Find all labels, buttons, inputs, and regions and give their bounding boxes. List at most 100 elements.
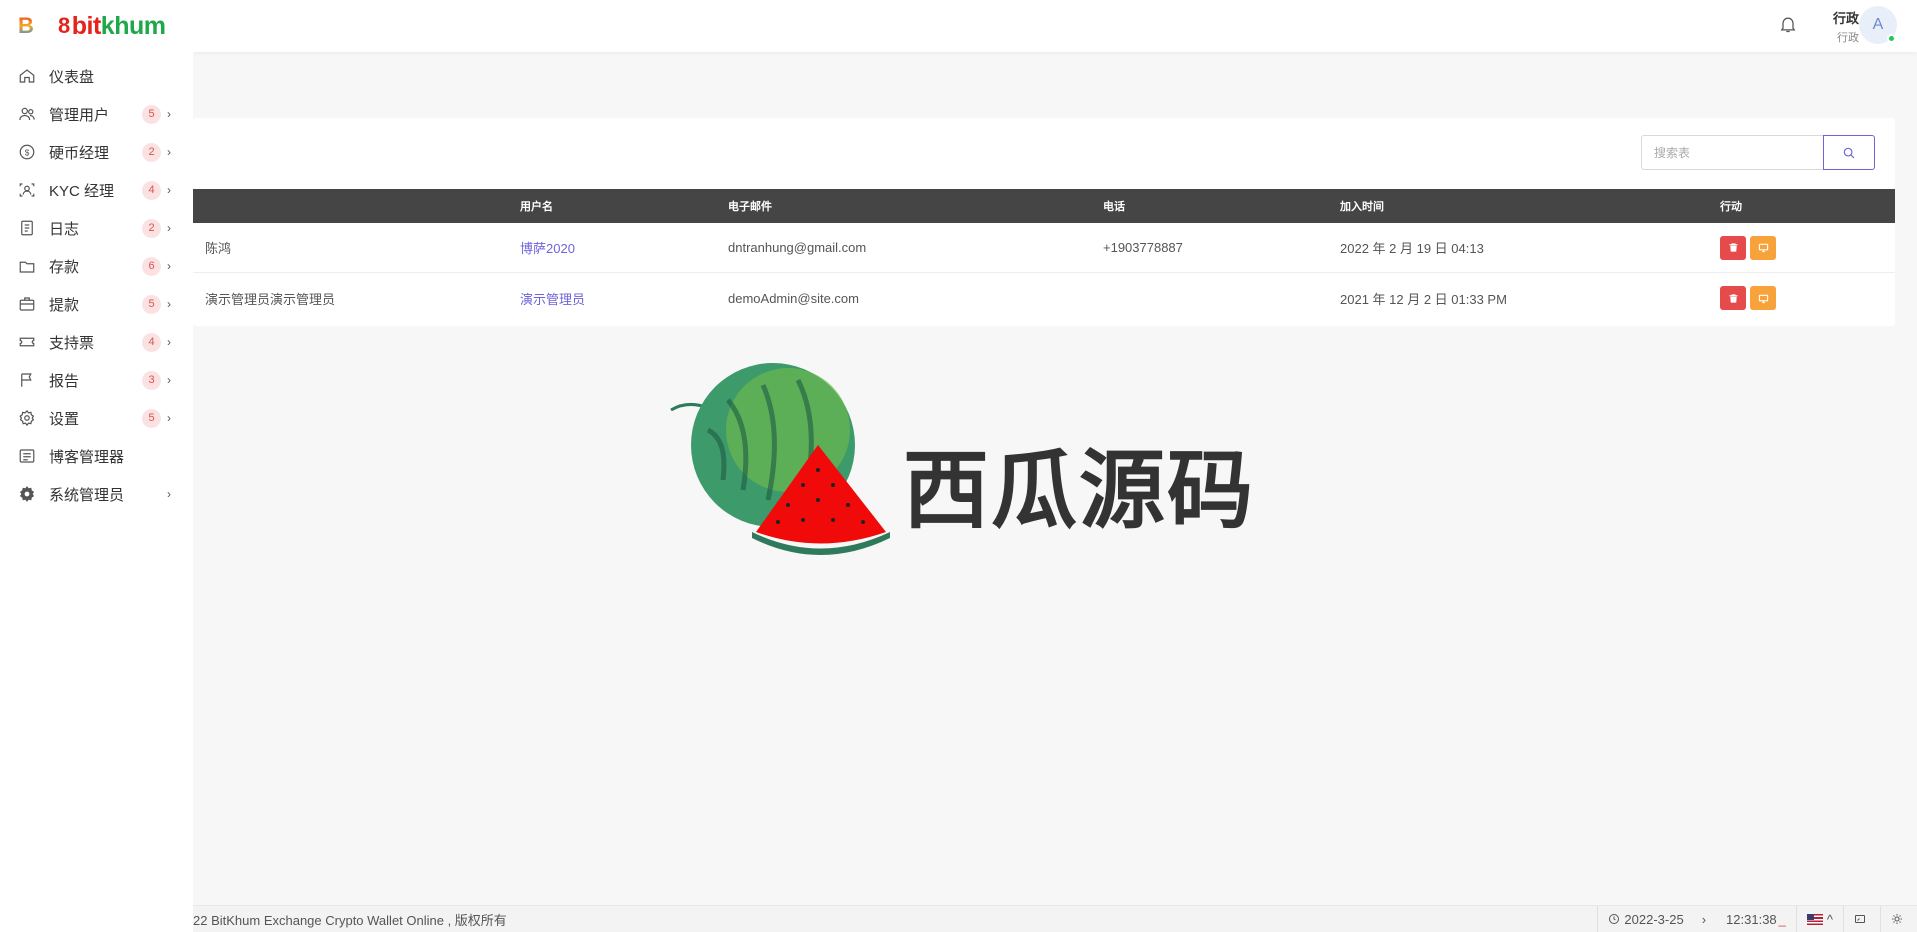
chevron-right-icon: › — [167, 411, 171, 425]
logo-mark: B — [18, 13, 34, 38]
count-badge: 5 — [142, 294, 161, 314]
column-header-actions: 行动 — [1720, 201, 1742, 213]
online-status-dot — [1887, 34, 1896, 43]
sidebar-item-kyc-manager[interactable]: KYC 经理 4 › — [0, 171, 193, 209]
column-header-phone: 电话 — [1103, 201, 1125, 213]
sidebar-item-dashboard[interactable]: 仪表盘 — [0, 57, 193, 95]
monitor-icon — [1758, 243, 1768, 253]
cell-email: dntranhung@gmail.com — [728, 240, 867, 255]
trash-icon — [1728, 293, 1738, 303]
theme-toggle[interactable] — [1880, 906, 1917, 932]
coin-icon: $ — [17, 142, 37, 162]
chevron-right-icon: › — [167, 183, 171, 197]
username-link[interactable]: 博萨2020 — [520, 241, 575, 256]
wallet-icon — [17, 256, 37, 276]
footer-time-suffix: _ — [1778, 911, 1786, 927]
sidebar-item-label: 硬币经理 — [49, 144, 110, 162]
cell-name: 演示管理员演示管理员 — [205, 291, 336, 307]
user-menu[interactable]: 行政 行政 — [1833, 8, 1859, 45]
chevron-right-icon: › — [167, 259, 171, 273]
sidebar-item-reports[interactable]: 报告 3 › — [0, 361, 193, 399]
home-icon — [17, 66, 37, 86]
footer-time: 12:31:38 — [1726, 911, 1777, 927]
cog-icon — [17, 484, 37, 504]
brand-name: 8 bit khum — [58, 11, 166, 41]
sidebar-item-label: 支持票 — [49, 334, 95, 352]
table-header: 用户名 电子邮件 电话 加入时间 行动 — [193, 189, 1895, 223]
sidebar-nav: 仪表盘 管理用户 5 › $ 硬币经理 2 › KYC 经理 4 › 日志 2 … — [0, 57, 193, 513]
language-selector[interactable]: ^ — [1795, 906, 1843, 932]
delete-button[interactable] — [1720, 286, 1746, 310]
avatar-letter: A — [1872, 16, 1884, 33]
user-name: 行政 — [1832, 11, 1859, 26]
chevron-right-icon: › — [167, 373, 171, 387]
bell-icon[interactable] — [1778, 13, 1798, 35]
watermelon-icon — [670, 363, 890, 555]
chevron-right-icon[interactable]: › — [1702, 912, 1706, 927]
table-row: 陈鸿 博萨2020 dntranhung@gmail.com +19037788… — [193, 223, 1895, 273]
sidebar-item-support-tickets[interactable]: 支持票 4 › — [0, 323, 193, 361]
sidebar-item-settings[interactable]: 设置 5 › — [0, 399, 193, 437]
cell-name: 陈鸿 — [205, 241, 232, 256]
sidebar-item-label: 管理用户 — [49, 106, 110, 124]
sidebar-item-deposits[interactable]: 存款 6 › — [0, 247, 193, 285]
count-badge: 4 — [142, 180, 161, 200]
list-icon — [17, 446, 37, 466]
ticket-icon — [17, 332, 37, 352]
avatar[interactable]: A — [1859, 6, 1897, 44]
gear-icon — [17, 408, 37, 428]
logo[interactable]: B 8 bit khum — [0, 0, 193, 52]
delete-button[interactable] — [1720, 235, 1746, 260]
table-search — [1641, 135, 1875, 170]
screen-icon — [1855, 915, 1865, 923]
sidebar-item-label: 系统管理员 — [49, 486, 125, 504]
table-row: 演示管理员演示管理员 演示管理员 demoAdmin@site.com 2021… — [193, 273, 1895, 323]
briefcase-icon — [17, 294, 37, 314]
sidebar-item-manage-users[interactable]: 管理用户 5 › — [0, 95, 193, 133]
view-button[interactable] — [1750, 286, 1776, 310]
sidebar-item-label: 存款 — [49, 258, 80, 276]
monitor-icon — [1758, 294, 1768, 303]
svg-text:$: $ — [25, 148, 30, 157]
chevron-up-icon: ^ — [1826, 911, 1833, 927]
chevron-right-icon: › — [167, 107, 171, 121]
sidebar-item-coin-manager[interactable]: $ 硬币经理 2 › — [0, 133, 193, 171]
brand-name-part2: khum — [100, 11, 166, 40]
search-button[interactable] — [1823, 135, 1875, 170]
count-badge: 3 — [142, 370, 161, 390]
brand-name-part1: bit — [71, 11, 102, 40]
sidebar-item-label: 仪表盘 — [49, 68, 95, 86]
sidebar-item-label: 提款 — [49, 296, 80, 314]
flag-icon — [17, 370, 37, 390]
sidebar-item-logs[interactable]: 日志 2 › — [0, 209, 193, 247]
users-icon — [17, 104, 37, 124]
footer-status: 2022-3-25 › 12:31:38 _ ^ — [1597, 906, 1917, 932]
sidebar-item-label: 日志 — [49, 220, 80, 238]
chevron-right-icon: › — [167, 221, 171, 235]
chevron-right-icon: › — [167, 145, 171, 159]
sidebar-item-withdrawals[interactable]: 提款 5 › — [0, 285, 193, 323]
column-header-email: 电子邮件 — [728, 201, 772, 213]
sidebar: B 8 bit khum 仪表盘 管理用户 5 › $ 硬币经理 2 › KYC… — [0, 0, 193, 932]
cell-joined: 2022 年 2 月 19 日 04:13 — [1340, 241, 1484, 256]
count-badge: 6 — [142, 256, 161, 276]
cell-phone: +1903778887 — [1103, 240, 1183, 255]
user-role: 行政 — [1837, 32, 1859, 44]
search-input[interactable] — [1641, 135, 1823, 170]
column-header-joined: 加入时间 — [1340, 201, 1384, 213]
sidebar-item-blog-manager[interactable]: 博客管理器 — [0, 437, 193, 475]
sidebar-item-system-admin[interactable]: 系统管理员 › — [0, 475, 193, 513]
footer-date: 2022-3-25 — [1624, 911, 1684, 927]
username-link[interactable]: 演示管理员 — [520, 292, 585, 307]
view-button[interactable] — [1750, 235, 1776, 260]
count-badge: 2 — [142, 142, 161, 162]
count-badge: 5 — [142, 408, 161, 428]
time-display: 12:31:38 _ — [1716, 906, 1796, 932]
trash-icon — [1728, 243, 1738, 252]
cell-joined: 2021 年 12 月 2 日 01:33 PM — [1340, 291, 1507, 307]
sidebar-item-label: KYC 经理 — [49, 182, 115, 200]
watermark: 西瓜源码 — [668, 360, 1258, 560]
us-flag-icon — [1806, 913, 1823, 925]
users-card: 用户名 电子邮件 电话 加入时间 行动 陈鸿 博萨2020 dntranhung… — [193, 118, 1895, 326]
screen-toggle[interactable] — [1843, 906, 1880, 932]
